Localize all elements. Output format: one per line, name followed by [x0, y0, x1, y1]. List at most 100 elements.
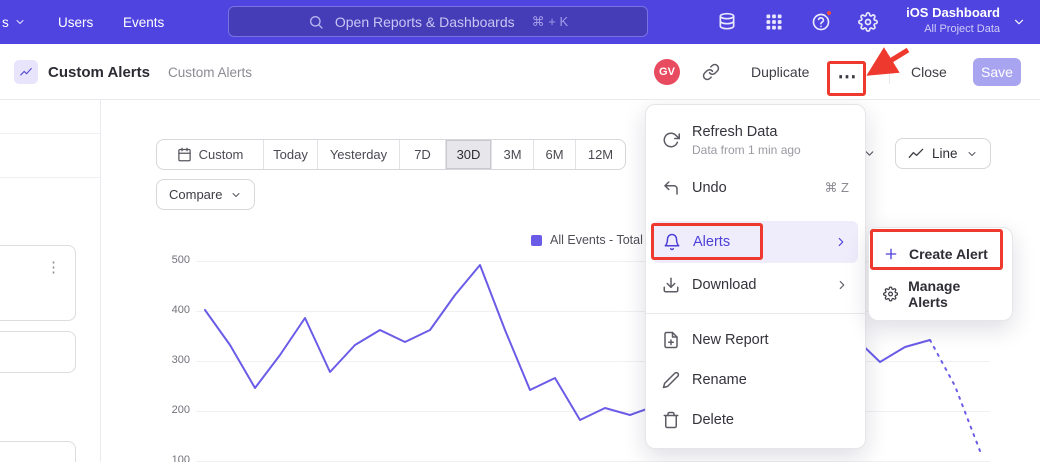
menu-item-rename[interactable]: Rename: [646, 360, 865, 400]
submenu-item-label: Create Alert: [909, 246, 988, 262]
sidebar-divider: [100, 100, 101, 462]
chart-type-label: Line: [932, 146, 958, 161]
sidebar-card[interactable]: [0, 331, 76, 373]
chevron-down-icon: [14, 16, 26, 28]
legend-label: All Events - Total: [550, 233, 643, 247]
gridline: [196, 411, 990, 412]
menu-item-new-report[interactable]: New Report: [646, 320, 865, 360]
card-menu-icon[interactable]: ⋮: [46, 258, 61, 276]
range-6m[interactable]: 6M: [533, 140, 575, 169]
more-options-button[interactable]: ⋯: [833, 65, 861, 89]
breadcrumb: Custom Alerts: [168, 65, 252, 80]
header-divider: [889, 60, 890, 84]
project-title: iOS Dashboard: [906, 5, 1000, 20]
legend-item[interactable]: All Events - Total: [531, 233, 643, 247]
duplicate-button[interactable]: Duplicate: [751, 64, 809, 80]
y-tick-label: 400: [158, 304, 190, 316]
menu-item-label: Download: [692, 277, 757, 293]
close-button[interactable]: Close: [911, 64, 947, 80]
refresh-icon: [662, 131, 680, 149]
legend-swatch: [531, 235, 542, 246]
range-7d[interactable]: 7D: [399, 140, 445, 169]
bell-icon: [663, 233, 681, 251]
trash-icon: [662, 411, 680, 429]
project-chevron-down-icon[interactable]: [1012, 15, 1026, 29]
chevron-right-icon: [834, 235, 848, 249]
app-window: s Users Events Open Reports & Dashboards…: [0, 0, 1040, 462]
notification-dot: [825, 9, 833, 17]
file-plus-icon: [662, 331, 680, 349]
menu-item-label: Rename: [692, 372, 747, 388]
range-30d-selected[interactable]: 30D: [445, 140, 491, 169]
chevron-right-icon: [835, 278, 849, 292]
menu-spacer: [646, 209, 865, 221]
range-today[interactable]: Today: [263, 140, 317, 169]
submenu-item-create-alert[interactable]: Create Alert: [869, 234, 1012, 274]
page-title: Custom Alerts: [48, 64, 150, 81]
nav-item-events[interactable]: Events: [123, 0, 164, 44]
menu-item-undo[interactable]: Undo ⌘ Z: [646, 167, 865, 209]
compare-button[interactable]: Compare: [156, 179, 255, 210]
report-chart-icon: [14, 60, 38, 84]
line-chart-icon: [908, 146, 924, 162]
range-3m[interactable]: 3M: [491, 140, 533, 169]
compare-label: Compare: [169, 187, 222, 202]
chevron-down-icon: [966, 148, 978, 160]
chevron-down-icon: [230, 189, 242, 201]
date-range-group: Custom Today Yesterday 7D 30D 3M 6M 12M: [156, 139, 626, 170]
project-subtitle: All Project Data: [906, 23, 1000, 35]
range-custom-label: Custom: [199, 147, 244, 162]
search-shortcut: ⌘ + K: [532, 14, 569, 30]
menu-item-download[interactable]: Download: [646, 263, 865, 307]
report-options-menu: Refresh Data Data from 1 min ago Undo ⌘ …: [645, 104, 866, 449]
menu-item-label: Alerts: [693, 234, 730, 250]
avatar[interactable]: GV: [654, 59, 680, 85]
menu-item-shortcut: ⌘ Z: [824, 180, 849, 196]
menu-divider: [646, 313, 865, 314]
project-switcher[interactable]: iOS Dashboard All Project Data: [906, 5, 1000, 35]
gridline: [196, 361, 990, 362]
menu-item-label: Undo: [692, 180, 727, 196]
data-management-icon[interactable]: [717, 12, 737, 32]
nav-item-users[interactable]: Users: [58, 0, 93, 44]
menu-item-refresh-data[interactable]: Refresh Data Data from 1 min ago: [646, 113, 865, 167]
alerts-submenu: Create Alert Manage Alerts: [868, 227, 1013, 321]
download-icon: [662, 276, 680, 294]
submenu-item-manage-alerts[interactable]: Manage Alerts: [869, 274, 1012, 314]
settings-gear-icon[interactable]: [858, 12, 878, 32]
plus-icon: [883, 246, 899, 262]
chart-type-selector[interactable]: Line: [895, 138, 991, 169]
search-icon: [308, 14, 324, 30]
search-placeholder: Open Reports & Dashboards: [335, 14, 515, 30]
range-12m[interactable]: 12M: [575, 140, 625, 169]
menu-item-label: Refresh Data: [692, 124, 801, 140]
y-tick-label: 500: [158, 254, 190, 266]
menu-item-label: Delete: [692, 412, 734, 428]
calendar-icon: [177, 147, 192, 162]
global-search[interactable]: Open Reports & Dashboards ⌘ + K: [228, 6, 648, 37]
y-tick-label: 200: [158, 404, 190, 416]
sidebar-separator: [0, 133, 100, 134]
pencil-icon: [662, 371, 680, 389]
nav-item-partial[interactable]: s: [2, 0, 26, 44]
copy-link-icon[interactable]: [702, 63, 720, 81]
nav-partial-label: s: [2, 15, 9, 30]
menu-item-alerts[interactable]: Alerts: [653, 221, 858, 263]
y-tick-label: 300: [158, 354, 190, 366]
menu-item-delete[interactable]: Delete: [646, 400, 865, 440]
menu-item-subtitle: Data from 1 min ago: [692, 143, 801, 157]
submenu-item-label: Manage Alerts: [908, 278, 998, 310]
sidebar-card[interactable]: ⋮: [0, 245, 76, 321]
range-custom[interactable]: Custom: [157, 140, 263, 169]
sidebar-separator: [0, 177, 100, 178]
gear-icon: [883, 286, 898, 302]
undo-icon: [662, 179, 680, 197]
range-yesterday[interactable]: Yesterday: [317, 140, 399, 169]
y-tick-label: 100: [158, 454, 190, 462]
top-nav: s Users Events Open Reports & Dashboards…: [0, 0, 1040, 44]
apps-grid-icon[interactable]: [764, 12, 784, 32]
save-button[interactable]: Save: [973, 58, 1021, 86]
report-header: Custom Alerts Custom Alerts GV Duplicate…: [0, 44, 1040, 100]
help-icon[interactable]: [811, 12, 831, 32]
sidebar-card[interactable]: [0, 441, 76, 462]
